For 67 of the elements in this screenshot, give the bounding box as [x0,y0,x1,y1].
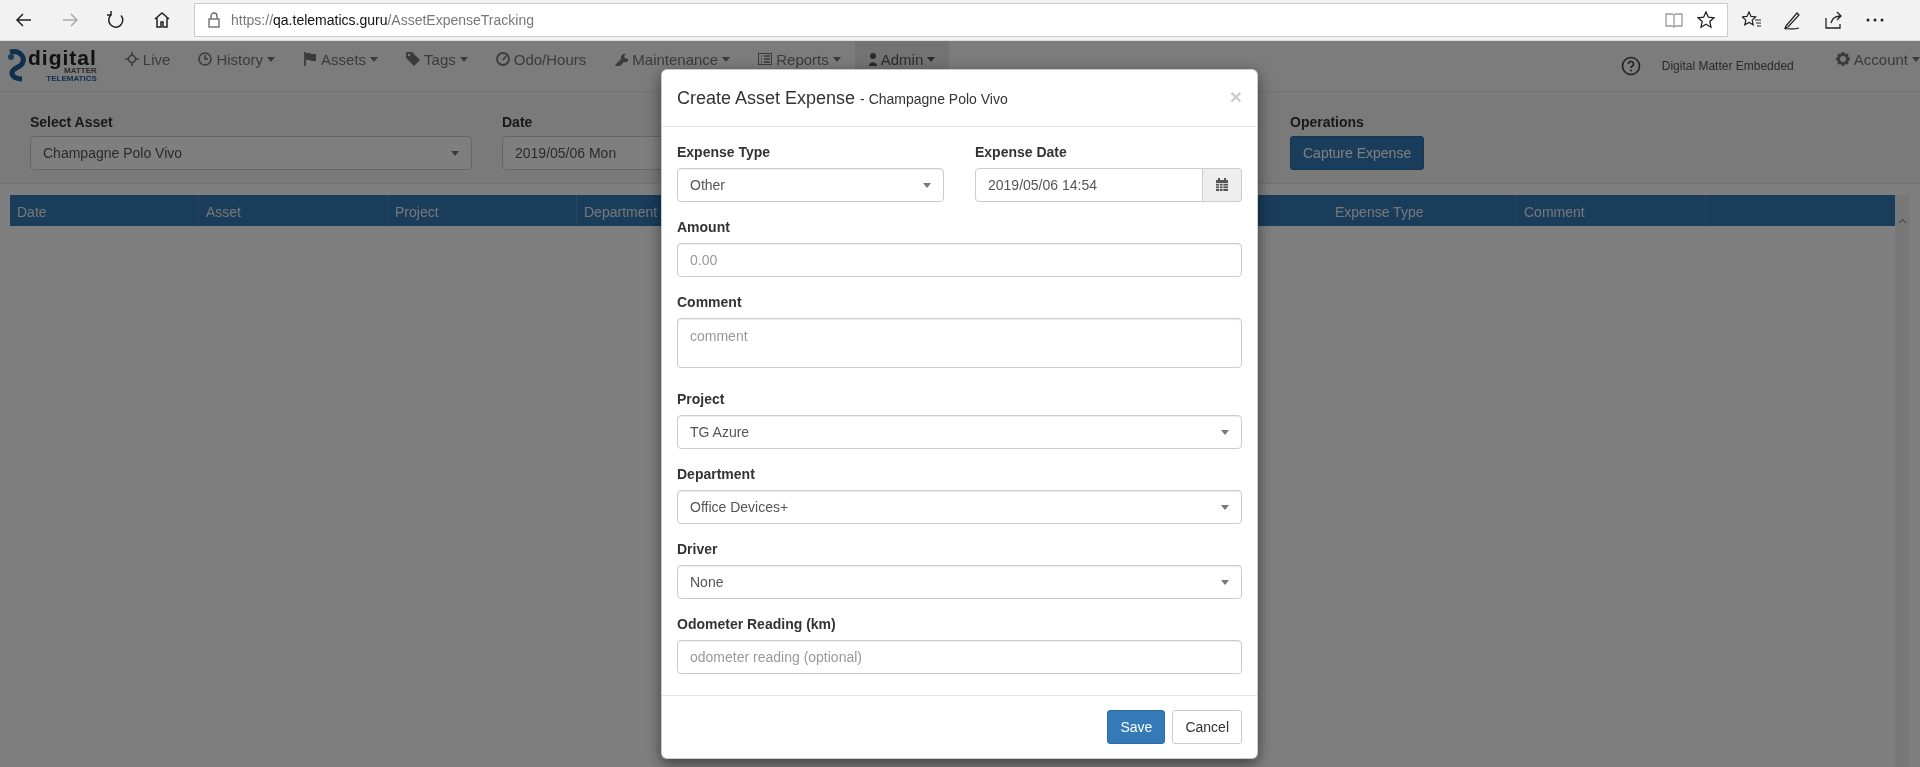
home-icon[interactable] [152,10,172,30]
capture-expense-button[interactable]: Capture Expense [1290,136,1425,170]
close-button[interactable]: × [1229,86,1242,107]
address-bar[interactable]: https://qa.telematics.guru/AssetExpenseTracking [194,3,1728,37]
clock-icon [198,52,213,66]
field-label: Expense Type [677,143,772,162]
logo-text: digital [28,49,97,67]
favorites-icon[interactable] [1742,11,1762,29]
refresh-icon[interactable] [106,10,126,30]
caret-icon [451,150,459,156]
field-label: Date [502,113,534,132]
tag-icon [406,52,421,66]
select-field[interactable]: Other [677,168,944,202]
cancel-button[interactable]: Cancel [1172,710,1242,744]
select-value: Other [690,175,725,195]
gauge-icon [495,52,510,66]
crosshair-icon [124,52,139,66]
field-label: Project [677,390,726,409]
caret-icon [1221,504,1229,510]
calendar-icon [1215,178,1229,192]
calendar-button[interactable] [1203,168,1242,202]
column-header: Asset [199,195,388,226]
select-value: Office Devices+ [690,497,789,517]
select-field[interactable]: None [677,565,1242,599]
select-value: Champagne Polo Vivo [43,143,183,163]
input-field[interactable]: 0.00 [677,243,1242,277]
person-icon [868,52,877,66]
field-label: Odometer Reading (km) [677,615,837,634]
caret-icon [1221,579,1229,585]
input-field[interactable]: odometer reading (optional) [677,640,1242,674]
url-text: https://qa.telematics.guru/AssetExpenseTracking [231,10,534,30]
field-label: Select Asset [30,113,114,132]
list-icon [758,52,773,66]
organisation-name: Digital Matter Embedded [1661,58,1794,75]
logo-icon [6,49,28,83]
column-header: Comment [1517,195,1706,226]
date-field[interactable]: 2019/05/06 14:54 [975,168,1203,202]
save-button[interactable]: Save [1107,710,1166,744]
flag-icon [303,52,318,66]
book-icon[interactable] [1665,12,1683,28]
logo-subtext: TELEMATICS [46,75,97,83]
field-label: Comment [677,293,743,312]
field-label: Driver [677,540,719,559]
gear-icon [1835,52,1850,66]
caret-icon [923,182,931,188]
more-icon[interactable] [1865,17,1885,23]
lock-icon [207,12,221,28]
star-icon[interactable] [1697,11,1715,29]
field-label: Operations [1290,113,1365,132]
wrench-icon [614,52,629,66]
select-value: None [690,572,724,592]
share-icon[interactable] [1824,11,1844,29]
field-label: Department [677,465,756,484]
select-field[interactable]: Office Devices+ [677,490,1242,524]
scrollbar[interactable] [1895,195,1910,767]
logo-subtext: MATTER [64,67,97,75]
modal-subtitle: - Champagne Polo Vivo [860,90,1008,109]
comment-field[interactable]: comment [677,318,1242,368]
select-value: TG Azure [690,422,750,442]
column-header: Expense Type [1328,195,1517,226]
column-header: Date [10,195,199,226]
caret-icon [1221,429,1229,435]
field-label: Expense Date [975,143,1068,162]
column-header: Project [388,195,577,226]
select-field[interactable]: TG Azure [677,415,1242,449]
asset-select[interactable]: Champagne Polo Vivo [30,136,472,170]
help-icon[interactable] [1620,56,1641,76]
